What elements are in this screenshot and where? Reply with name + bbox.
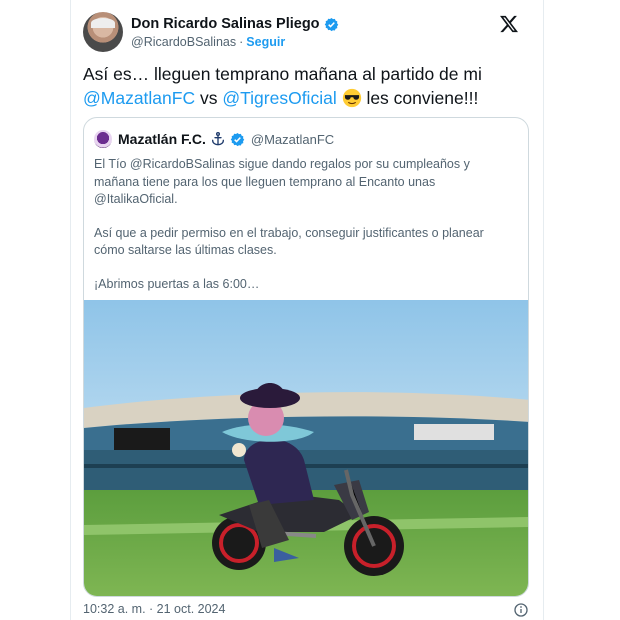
tweet-text-part: Así es… lleguen temprano mañana al parti… [83,64,482,84]
mention-tigresoficial[interactable]: @TigresOficial [222,88,336,108]
quoted-paragraph: Así que a pedir permiso en el trabajo, c… [94,225,484,258]
quoted-header: Mazatlán F.C. @MazatlanFC [94,129,334,149]
quoted-avatar[interactable] [94,130,112,148]
x-logo-icon[interactable] [499,14,519,34]
author-name-row: Don Ricardo Salinas Pliego [131,15,339,33]
quoted-author-name[interactable]: Mazatlán F.C. [118,131,206,147]
info-icon[interactable] [513,602,529,618]
author-handle-row: @RicardoBSalinas · Seguir [131,35,285,49]
mascot-motorcycle-photo[interactable] [84,300,529,597]
tweet-card: Don Ricardo Salinas Pliego @RicardoBSali… [70,0,544,620]
follow-button[interactable]: Seguir [246,35,285,49]
author-name[interactable]: Don Ricardo Salinas Pliego [131,16,320,32]
verified-badge-icon [324,17,338,31]
author-handle[interactable]: @RicardoBSalinas [131,35,236,49]
quoted-paragraph: El Tío @RicardoBSalinas sigue dando rega… [94,157,470,206]
quoted-tweet[interactable]: Mazatlán F.C. @MazatlanFC El Tío @Ricard… [83,117,529,597]
sunglasses-emoji-icon [342,88,361,108]
quoted-text: El Tío @RicardoBSalinas sigue dando rega… [94,156,514,309]
tweet-text-part: les conviene!!! [361,88,479,108]
tweet-text: Así es… lleguen temprano mañana al parti… [83,62,533,110]
tweet-timestamp[interactable]: 10:32 a. m. · 21 oct. 2024 [83,602,225,616]
quoted-author-handle[interactable]: @MazatlanFC [251,132,334,147]
tweet-header: Don Ricardo Salinas Pliego @RicardoBSali… [83,12,533,56]
author-avatar[interactable] [83,12,123,52]
anchor-icon [211,132,224,146]
handle-separator: · [239,35,244,49]
tweet-text-part: vs [195,88,223,108]
quoted-paragraph: ¡Abrimos puertas a las 6:00… [94,276,260,291]
mention-mazatlanfc[interactable]: @MazatlanFC [83,88,195,108]
verified-badge-icon [230,132,245,146]
